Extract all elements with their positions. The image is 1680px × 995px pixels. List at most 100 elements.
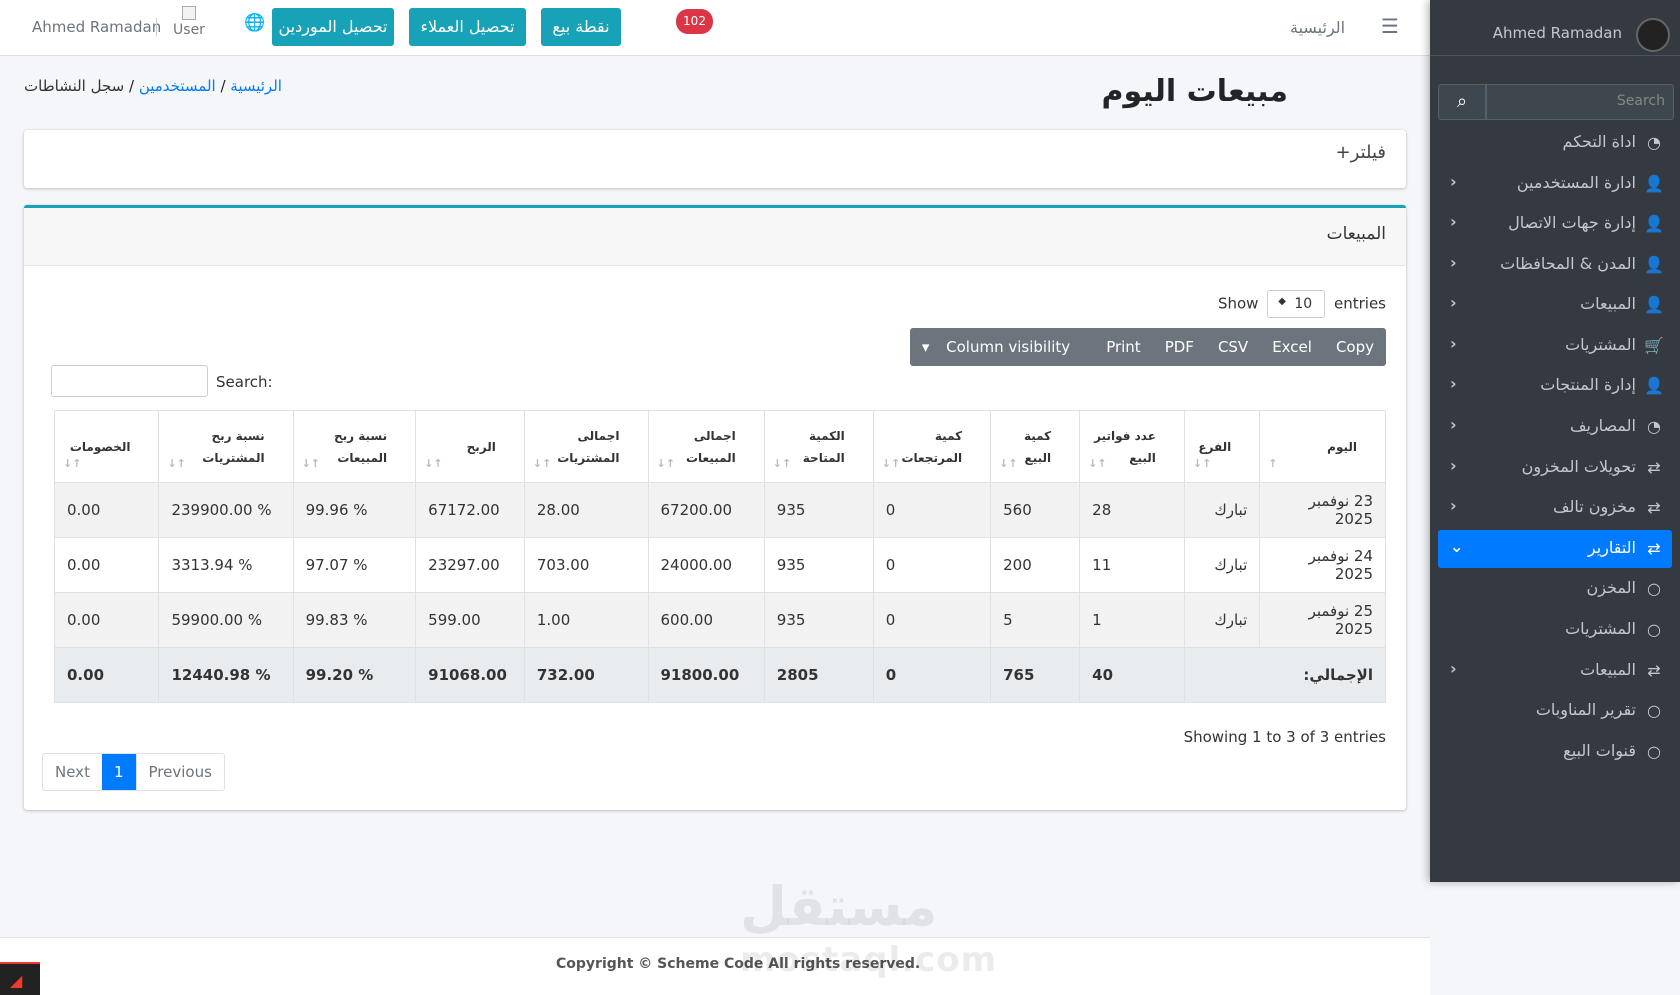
excel-button[interactable]: Excel <box>1260 328 1324 366</box>
cell: 560 <box>990 482 1081 538</box>
sidebar-item-products[interactable]: 👤 إدارة المنتجات ‹ <box>1438 367 1672 405</box>
column-visibility-label: Column visibility <box>946 338 1071 356</box>
sidebar-item-label: ادارة المستخدمين <box>1516 173 1636 192</box>
sidebar-item-report-purchases[interactable]: ○ المشتريات <box>1438 611 1672 649</box>
column-header[interactable]: الفرع ↑↓ <box>1183 410 1261 483</box>
cell: 1.00 <box>523 592 649 648</box>
sidebar-item-damaged-stock[interactable]: ⇄ مخزون تالف ‹ <box>1438 489 1672 527</box>
sidebar-item-label: قنوات البيع <box>1563 741 1636 760</box>
column-header[interactable]: اجمالى المبيعات ↑↓ <box>647 410 765 483</box>
column-header[interactable]: الربح ↑↓ <box>415 410 525 483</box>
sidebar-item-shifts-report[interactable]: ○ تقرير المناوبات <box>1438 692 1672 730</box>
pos-button[interactable]: نقطة بيع <box>541 8 621 46</box>
sidebar-item-label: إدارة جهات الاتصال <box>1508 213 1636 232</box>
cell: 28 <box>1079 482 1185 538</box>
sort-icon: ↑↓ <box>881 457 901 470</box>
csv-button[interactable]: CSV <box>1206 328 1260 366</box>
entries-select[interactable]: 10 ◆ <box>1267 290 1326 318</box>
column-header[interactable]: عدد فواتير البيع ↑↓ <box>1079 410 1185 483</box>
next-page-button[interactable]: Next <box>43 754 102 790</box>
breadcrumb-users[interactable]: المستخدمين <box>139 77 216 95</box>
table-search-input[interactable] <box>51 365 208 397</box>
cell: 0 <box>872 537 992 593</box>
sort-icon: ↑↓ <box>63 457 82 470</box>
breadcrumb-home[interactable]: الرئيسية <box>230 77 282 95</box>
sidebar-item-label: المشتريات <box>1565 335 1636 354</box>
user-icon: 👤 <box>1644 255 1664 274</box>
column-header[interactable]: اجمالى المشتريات ↑↓ <box>523 410 649 483</box>
cell: 11 <box>1079 537 1185 593</box>
debug-bar-toggle[interactable]: ◢ <box>0 962 40 995</box>
sidebar-item-stock-transfers[interactable]: ⇄ تحويلات المخزون ‹ <box>1438 449 1672 487</box>
sidebar-item-purchases[interactable]: 🛒 المشتريات ‹ <box>1438 327 1672 365</box>
sidebar-user-name[interactable]: Ahmed Ramadan <box>1493 24 1622 42</box>
cell: 0 <box>872 592 992 648</box>
menu-toggle-icon[interactable]: ☰ <box>1381 14 1399 38</box>
column-header[interactable]: كمية المرتجعات ↑↓ <box>872 410 992 483</box>
exchange-icon: ⇄ <box>1647 458 1661 477</box>
user-icon: 👤 <box>1644 376 1664 395</box>
exchange-icon: ⇄ <box>1647 498 1661 517</box>
filter-card[interactable]: فيلتر+ <box>24 130 1406 188</box>
column-header[interactable]: كمية البيع ↑↓ <box>990 410 1081 483</box>
chevron-left-icon: ‹ <box>1450 456 1457 475</box>
cell: % 3313.94 <box>158 537 294 593</box>
previous-page-button[interactable]: Previous <box>135 754 224 790</box>
cell: 91800.00 <box>647 647 765 703</box>
navbar-home-link[interactable]: الرئيسية <box>1290 18 1345 37</box>
cell: % 239900.00 <box>158 482 294 538</box>
column-header[interactable]: الكمية المتاحة ↑↓ <box>763 410 874 483</box>
user-icon: 👤 <box>1644 174 1664 193</box>
cell: 91068.00 <box>415 647 525 703</box>
sidebar-item-dashboard[interactable]: ◔ اداة التحكم <box>1438 124 1672 162</box>
column-header[interactable]: نسبة ربح المشتريات ↑↓ <box>158 410 294 483</box>
page-1-button[interactable]: 1 <box>101 754 136 790</box>
collect-customers-button[interactable]: تحصيل العملاء <box>409 8 526 46</box>
pagination: Next 1 Previous <box>42 753 225 791</box>
sales-card-header: المبيعات <box>24 208 1406 266</box>
cell: % 12440.98 <box>158 647 294 703</box>
cart-icon: 🛒 <box>1644 336 1664 355</box>
plus-icon: + <box>1335 142 1351 163</box>
top-navbar: Ahmed Ramadan User 🌐 تحصيل الموردين تحصي… <box>0 0 1430 56</box>
column-header[interactable]: اليوم ↑ <box>1259 410 1386 483</box>
sidebar-item-cities[interactable]: 👤 المدن & المحافظات ‹ <box>1438 246 1672 284</box>
sidebar-item-report-sales[interactable]: ⇄ المبيعات ‹ <box>1438 652 1672 690</box>
navbar-user-name[interactable]: Ahmed Ramadan <box>32 18 161 36</box>
column-header[interactable]: نسبة ربح المبيعات ↑↓ <box>292 410 417 483</box>
sidebar-item-users[interactable]: 👤 ادارة المستخدمين ‹ <box>1438 165 1672 203</box>
sales-card: المبيعات Show 10 ◆ entries ▾ Column visib… <box>24 205 1406 810</box>
search-label: Search: <box>216 373 273 391</box>
cell: 765 <box>990 647 1081 703</box>
copy-button[interactable]: Copy <box>1324 328 1386 366</box>
user-avatar[interactable]: User <box>172 6 206 44</box>
column-header[interactable]: الخصومات ↑↓ <box>53 410 160 483</box>
column-visibility-button[interactable]: ▾ Column visibility <box>910 328 1094 366</box>
sort-icon: ↑↓ <box>999 457 1018 470</box>
export-buttons: ▾ Column visibility Print PDF CSV Excel … <box>909 328 1386 366</box>
sidebar-item-label: اداة التحكم <box>1562 132 1636 151</box>
sidebar-item-sales-channels[interactable]: ○ قنوات البيع <box>1438 733 1672 771</box>
filter-toggle[interactable]: فيلتر+ <box>1336 142 1386 163</box>
globe-icon[interactable]: 🌐 <box>244 14 265 32</box>
notification-badge[interactable]: 102 <box>676 9 713 34</box>
sidebar-item-contacts[interactable]: 👤 إدارة جهات الاتصال ‹ <box>1438 205 1672 243</box>
circle-icon: ○ <box>1647 579 1661 598</box>
print-button[interactable]: Print <box>1094 328 1153 366</box>
pdf-button[interactable]: PDF <box>1153 328 1206 366</box>
collect-suppliers-button[interactable]: تحصيل الموردين <box>272 8 394 46</box>
sidebar-item-sales[interactable]: 👤 المبيعات ‹ <box>1438 286 1672 324</box>
sidebar-user-panel[interactable]: Ahmed Ramadan <box>1430 14 1680 56</box>
search-icon[interactable]: ⌕ <box>1438 84 1486 120</box>
circle-icon: ○ <box>1647 701 1661 720</box>
sidebar-item-label: المبيعات <box>1580 294 1636 313</box>
sidebar-search-input[interactable]: Search <box>1486 84 1674 120</box>
sidebar-item-warehouse[interactable]: ○ المخزن <box>1438 570 1672 608</box>
sort-icon: ↑↓ <box>532 457 552 470</box>
sidebar-search: Search ⌕ <box>1438 84 1674 120</box>
sidebar-item-reports[interactable]: ⇄ التقارير ⌄ <box>1438 530 1672 568</box>
table-total-row: الإجمالي: 40 765 0 2805 91800.00 732.00 … <box>53 647 1387 703</box>
cell: 0.00 <box>53 537 160 593</box>
sidebar-item-expenses[interactable]: ◔ المصاريف ‹ <box>1438 408 1672 446</box>
circle-icon: ○ <box>1647 742 1661 761</box>
